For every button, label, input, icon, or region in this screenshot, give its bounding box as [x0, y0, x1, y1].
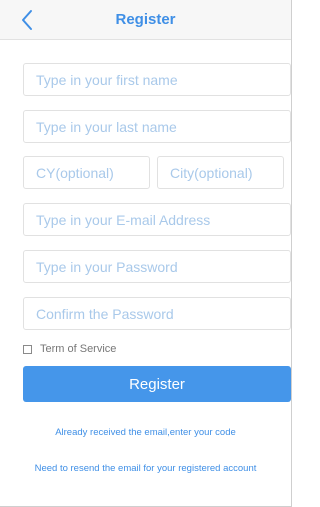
- enter-code-link[interactable]: Already received the email,enter your co…: [0, 427, 291, 438]
- cy-input[interactable]: [23, 156, 150, 189]
- password-input[interactable]: [23, 250, 291, 283]
- first-name-input[interactable]: [23, 63, 291, 96]
- email-input[interactable]: [23, 203, 291, 236]
- register-button[interactable]: Register: [23, 366, 291, 402]
- city-input[interactable]: [157, 156, 284, 189]
- confirm-password-input[interactable]: [23, 297, 291, 330]
- terms-label: Term of Service: [40, 343, 117, 355]
- terms-checkbox[interactable]: [23, 344, 32, 354]
- page-title: Register: [115, 11, 176, 28]
- terms-of-service-row[interactable]: Term of Service: [23, 341, 116, 357]
- nav-bar: Register: [0, 0, 291, 40]
- register-screen: Register Term of Service Register Alread…: [0, 0, 292, 507]
- last-name-input[interactable]: [23, 110, 291, 143]
- resend-email-link[interactable]: Need to resend the email for your regist…: [0, 463, 291, 474]
